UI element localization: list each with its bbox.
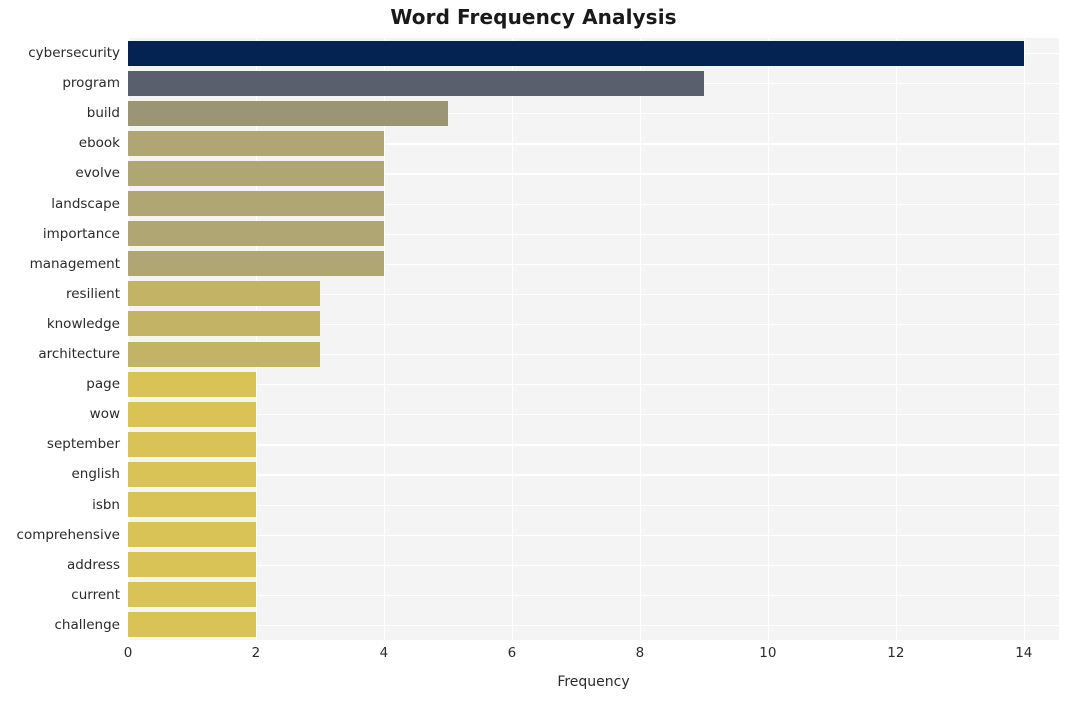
gridline-horizontal xyxy=(128,534,1059,536)
y-axis-tick-label: september xyxy=(46,436,120,453)
x-axis-title: Frequency xyxy=(557,674,630,690)
gridline-horizontal xyxy=(128,594,1059,597)
bar xyxy=(128,582,256,608)
bar xyxy=(128,100,448,126)
gridline-vertical xyxy=(383,38,386,640)
bar xyxy=(128,70,704,96)
gridline-horizontal xyxy=(128,444,1059,446)
x-axis-tick-label: 6 xyxy=(507,645,517,661)
bar xyxy=(128,552,256,578)
gridline-vertical xyxy=(767,38,770,640)
x-axis-tick-label: 8 xyxy=(635,645,645,661)
word-frequency-chart: Word Frequency Analysis cybersecurity pro… xyxy=(0,0,1067,701)
y-axis-tick-label: evolve xyxy=(75,165,120,182)
gridline-vertical xyxy=(1023,38,1026,640)
bar xyxy=(128,221,384,247)
bar xyxy=(128,461,256,487)
y-axis-tick-label: management xyxy=(29,255,120,272)
gridline-horizontal xyxy=(128,384,1059,386)
y-axis-tick-label: wow xyxy=(89,406,120,423)
y-axis-tick-label: address xyxy=(66,556,120,573)
gridline-horizontal xyxy=(128,504,1059,506)
y-axis-tick-label: isbn xyxy=(92,496,120,513)
bar xyxy=(128,130,384,156)
y-axis-tick-label: cybersecurity xyxy=(28,45,120,62)
bar xyxy=(128,401,256,427)
y-axis-tick-label: landscape xyxy=(51,195,120,212)
y-axis-tick-label: knowledge xyxy=(46,315,120,332)
gridline-vertical xyxy=(895,38,898,640)
bar xyxy=(128,160,384,186)
y-axis-tick-label: current xyxy=(71,586,120,603)
gridline-vertical xyxy=(511,38,514,640)
x-axis-tick-label: 14 xyxy=(1015,645,1033,661)
y-axis-tick-label: page xyxy=(86,376,120,393)
bar xyxy=(128,431,256,457)
y-axis-tick-label: ebook xyxy=(78,135,120,152)
gridline-vertical xyxy=(255,38,258,640)
gridline-horizontal xyxy=(128,414,1059,416)
x-axis-tick-label: 2 xyxy=(251,645,261,661)
bar xyxy=(128,40,1024,66)
y-axis-tick-label: program xyxy=(62,75,120,92)
x-axis-tick-labels: 0 2 4 6 8 10 12 14 xyxy=(0,645,1067,669)
y-axis-tick-label: build xyxy=(86,105,120,122)
plot-area xyxy=(128,38,1059,640)
bar xyxy=(128,251,384,277)
chart-title: Word Frequency Analysis xyxy=(390,5,677,29)
gridline-vertical xyxy=(639,38,642,640)
y-axis-tick-label: english xyxy=(71,466,120,483)
bar xyxy=(128,371,256,397)
bar xyxy=(128,612,256,638)
x-axis-tick-label: 4 xyxy=(379,645,389,661)
y-axis-tick-label: resilient xyxy=(66,285,120,302)
gridline-horizontal xyxy=(128,624,1059,627)
bar xyxy=(128,492,256,518)
x-axis-tick-label: 10 xyxy=(759,645,777,661)
bar xyxy=(128,341,320,367)
bar xyxy=(128,522,256,548)
x-axis-tick-label: 0 xyxy=(123,645,133,661)
gridline-horizontal xyxy=(128,474,1059,476)
y-axis-tick-label: importance xyxy=(42,225,120,242)
y-axis-tick-label: comprehensive xyxy=(16,526,120,543)
x-axis-tick-label: 12 xyxy=(887,645,905,661)
bar xyxy=(128,281,320,307)
y-axis-tick-labels: cybersecurity program build ebook evolve land… xyxy=(0,38,120,640)
gridline-vertical xyxy=(128,38,130,640)
y-axis-tick-label: challenge xyxy=(54,616,121,633)
y-axis-tick-label: architecture xyxy=(38,346,120,363)
bar xyxy=(128,311,320,337)
gridline-horizontal xyxy=(128,564,1059,566)
bar xyxy=(128,191,384,217)
